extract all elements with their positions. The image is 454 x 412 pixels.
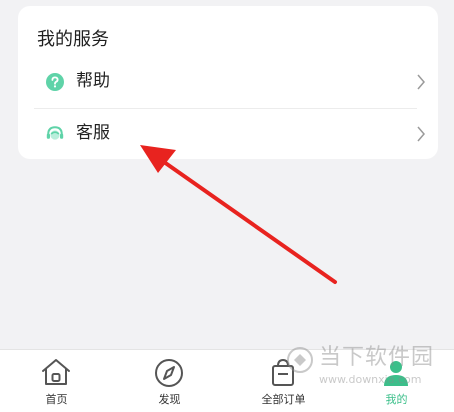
tab-mine[interactable]: 我的 (340, 350, 453, 412)
tab-discover-label: 发现 (158, 393, 181, 406)
bottom-tab-bar: 首页 发现 全部订单 我的 (0, 349, 454, 412)
help-circle-icon (46, 73, 64, 91)
help-row[interactable]: 帮助 (18, 58, 438, 108)
row-divider (34, 108, 417, 109)
tab-all-orders-label: 全部订单 (261, 393, 306, 406)
compass-icon (155, 359, 183, 387)
chevron-right-icon (417, 126, 425, 142)
chevron-right-icon (417, 74, 425, 90)
customer-service-row[interactable]: 客服 (18, 110, 438, 160)
tab-home[interactable]: 首页 (0, 350, 113, 412)
section-title: 我的服务 (37, 29, 109, 50)
my-services-card: 我的服务 帮助 客服 (18, 6, 438, 159)
tab-mine-label: 我的 (385, 393, 408, 406)
tab-all-orders[interactable]: 全部订单 (227, 350, 340, 412)
home-icon (42, 359, 70, 385)
tab-home-label: 首页 (45, 393, 68, 406)
tab-discover[interactable]: 发现 (113, 350, 226, 412)
customer-service-headset-icon (46, 126, 64, 140)
customer-service-label: 客服 (76, 123, 110, 143)
help-label: 帮助 (76, 71, 110, 91)
user-icon (384, 361, 408, 386)
order-bag-icon (272, 358, 294, 386)
